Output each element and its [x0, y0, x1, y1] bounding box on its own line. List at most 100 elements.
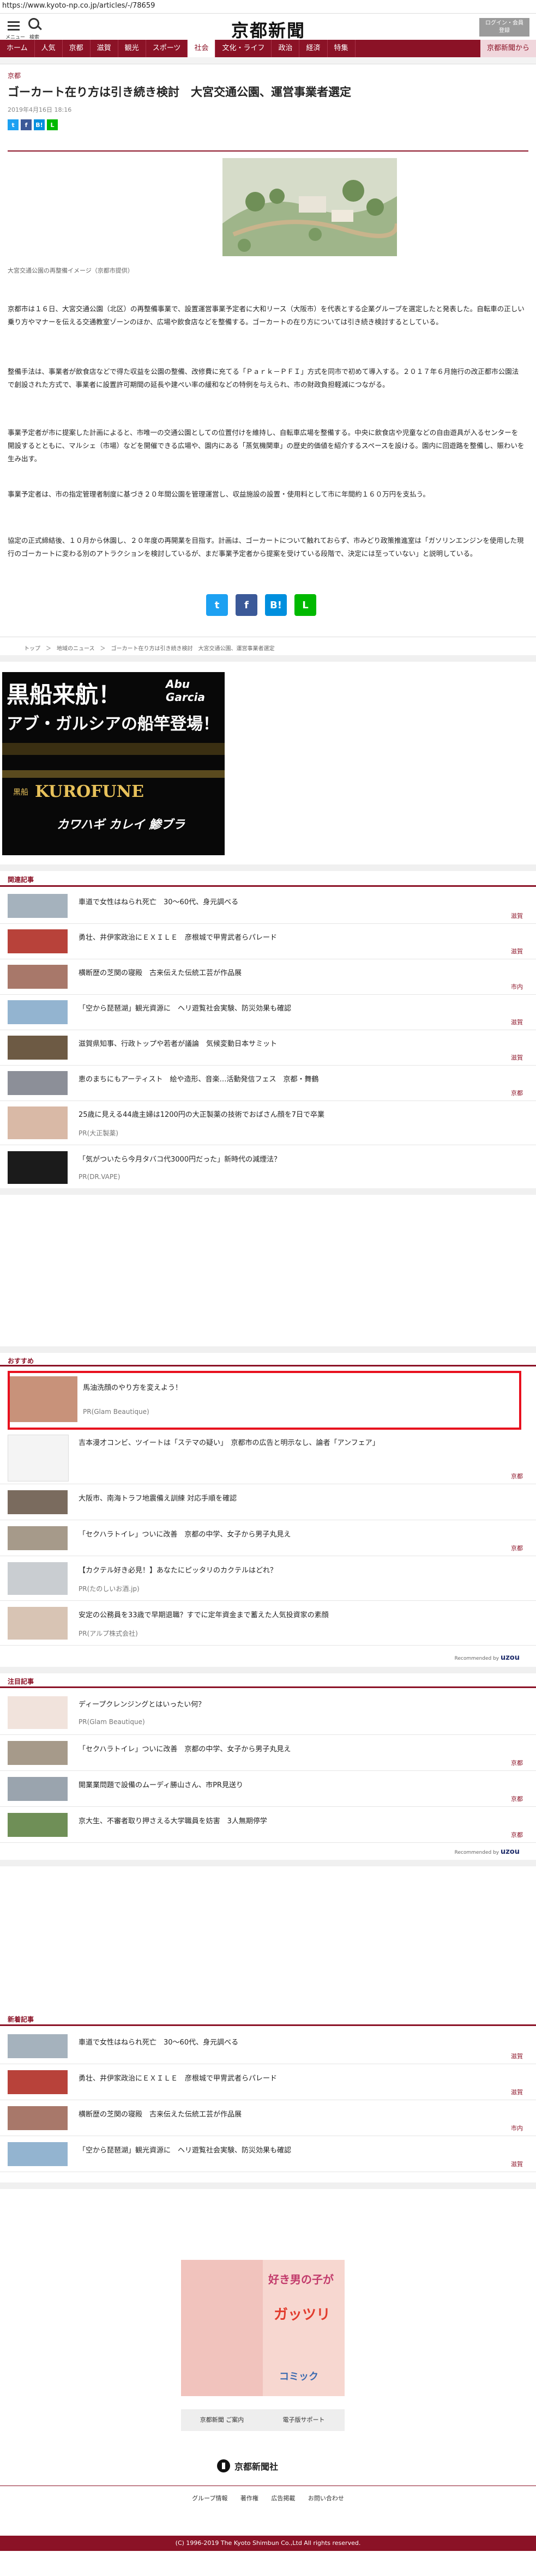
article-paragraph-4: 事業予定者は、市の指定管理者制度に基づき２０年間公園を管理運営し、収益施設の設置… — [8, 490, 430, 498]
footer-link-group[interactable]: グループ情報 — [192, 2495, 227, 2502]
hatena-share-icon[interactable]: B! — [265, 594, 287, 616]
item-region-tag: 京都 — [511, 1473, 523, 1480]
item-region-tag: 滋賀 — [511, 1054, 523, 1061]
line-share-icon[interactable]: L — [294, 594, 316, 616]
footer-link-advertising[interactable]: 広告掲載 — [271, 2495, 295, 2502]
comic-ad[interactable]: 好き男の子が ガッツリ コミック — [181, 2260, 345, 2396]
footer-link-copyright[interactable]: 著作権 — [240, 2495, 258, 2502]
login-button[interactable]: ログイン・会員 登録 — [479, 18, 529, 37]
nav-economy[interactable]: 経済 — [299, 40, 328, 57]
attention-item-ad[interactable]: ディープクレンジングとはいったい何？ PR(Glam Beautique) — [0, 1691, 536, 1735]
item-sponsor: PR(Glam Beautique) — [83, 1408, 149, 1416]
related-item[interactable]: 恵のまちにもアーティスト 絵や造形、音楽…活動発信フェス 京都・舞鶴 京都 — [0, 1066, 536, 1101]
item-title: 横断歴の芝関の寝殿 古来伝えた伝統工芸が作品展 — [79, 2111, 242, 2119]
related-item-ad[interactable]: 25歳に見える44歳主婦は1200円の大正製薬の技術でおばさん顔を7日で卒業 PR… — [0, 1101, 536, 1145]
spacer-strip — [0, 1188, 536, 1195]
article-section[interactable]: 京都 — [8, 71, 536, 80]
item-title: 「セクハラトイレ」ついに改善 京都の中学、女子から男子丸見え — [79, 1745, 291, 1753]
url-bar[interactable]: https://www.kyoto-np.co.jp/articles/-/78… — [0, 0, 536, 14]
recommend-featured-ad[interactable]: 馬油洗顔のやり方を変えよう！ PR(Glam Beautique) — [8, 1371, 521, 1430]
login-label-1: ログイン・会員 — [485, 20, 523, 26]
item-sponsor: PR(Glam Beautique) — [79, 1718, 145, 1726]
latest-item[interactable]: 横断歴の芝関の寝殿 古来伝えた伝統工芸が作品展 市内 — [0, 2101, 536, 2136]
nav-popular[interactable]: 人気 — [35, 40, 63, 57]
article-paragraph-2: 整備手法は、事業者が飲食店などで得た収益を公園の整備、改修費に充てる「Ｐａｒｋ－… — [8, 367, 519, 389]
line-share-icon[interactable]: L — [47, 119, 58, 130]
thumbnail-image — [8, 1562, 68, 1595]
related-item[interactable]: 横断歴の芝関の寝殿 古来伝えた伝統工芸が作品展 市内 — [0, 959, 536, 995]
related-item[interactable]: 勇壮、井伊家政治にＥＸＩＬＥ 彦根城で甲冑武者らパレード 滋賀 — [0, 924, 536, 959]
nav-politics[interactable]: 政治 — [272, 40, 300, 57]
latest-item[interactable]: 「空から琵琶湖」観光資源に ヘリ遊覧社会実験、防災効果も確認 滋賀 — [0, 2137, 536, 2172]
attention-item[interactable]: 「セクハラトイレ」ついに改善 京都の中学、女子から男子丸見え京都 — [0, 1736, 536, 1771]
recommend-item[interactable]: 吉本漫才コンビ、ツイートは「ステマの疑い」 京都市の広告と明示なし、論者「アンフ… — [0, 1429, 536, 1484]
thumbnail-image — [8, 1036, 68, 1060]
recommend-powered-by[interactable]: Recommended by uzou — [455, 1654, 520, 1662]
ad-rod-image — [2, 743, 225, 755]
item-region-tag: 滋賀 — [511, 2089, 523, 2096]
item-title: 「空から琵琶湖」観光資源に ヘリ遊覧社会実験、防災効果も確認 — [79, 2146, 292, 2155]
hamburger-menu-icon[interactable] — [8, 19, 20, 33]
nav-sports[interactable]: スポーツ — [146, 40, 188, 57]
attention-powered-by[interactable]: Recommended by uzou — [455, 1848, 520, 1856]
fishing-rod-ad[interactable]: 黒船来航！ Abu Garcia アブ・ガルシアの船竿登場！ 黒船 KUROFU… — [2, 672, 225, 855]
thumbnail-image — [8, 1435, 69, 1481]
recommend-item-ad[interactable]: 【カクテル好き必見！】あなたにピッタリのカクテルはどれ？ PR(たのしいお酒.jp… — [0, 1557, 536, 1601]
nav-shiga[interactable]: 滋賀 — [91, 40, 118, 57]
latest-item[interactable]: 車道で女性はねられ死亡 30～60代、身元調べる 滋賀 — [0, 2029, 536, 2064]
article-paragraph-5: 協定の正式締結後、１０月から休園し、２０年度の再開業を目指す。計画は、ゴーカート… — [8, 536, 524, 558]
nav-home[interactable]: ホーム — [0, 40, 35, 57]
thumbnail-image — [8, 1000, 68, 1024]
nav-culture[interactable]: 文化・ライフ — [215, 40, 272, 57]
breadcrumb[interactable]: トップ ＞ 地域のニュース ＞ ゴーカート在り方は引き続き検討 大宮交通公園、運… — [24, 644, 275, 652]
item-region-tag: 京都 — [511, 1759, 523, 1767]
thumbnail-image — [8, 1607, 68, 1640]
item-title: 勇壮、井伊家政治にＥＸＩＬＥ 彦根城で甲冑武者らパレード — [79, 2075, 278, 2083]
nav-features[interactable]: 特集 — [328, 40, 356, 57]
park-rendering-image — [222, 158, 397, 256]
facebook-share-icon[interactable]: f — [236, 594, 257, 616]
latest-item[interactable]: 勇壮、井伊家政治にＥＸＩＬＥ 彦根城で甲冑武者らパレード滋賀 — [0, 2065, 536, 2100]
nav-kyoto[interactable]: 京都 — [63, 40, 91, 57]
photo-caption: 大宮交通公園の再整備イメージ（京都市提供） — [8, 267, 134, 274]
search-icon[interactable] — [28, 18, 39, 29]
related-item[interactable]: 「空から琵琶湖」観光資源に ヘリ遊覧社会実験、防災効果も確認 滋賀 — [0, 995, 536, 1030]
item-region-tag: 市内 — [511, 983, 523, 990]
hatena-share-icon[interactable]: B! — [34, 119, 45, 130]
guide-button[interactable]: 京都新聞 ご案内 — [181, 2409, 263, 2431]
nav-from-kyoto-np[interactable]: 京都新聞から — [480, 40, 536, 57]
twitter-share-icon[interactable]: t — [8, 119, 19, 130]
share-buttons-bottom: t f B! L — [206, 594, 316, 616]
recommend-item-ad[interactable]: 安定の公務員を33歳で早期退職？すでに定年資金まで蓄えた人気投資家の素顔 PR(ア… — [0, 1601, 536, 1646]
item-region-tag: 京都 — [511, 1090, 523, 1097]
nav-tourism[interactable]: 観光 — [118, 40, 146, 57]
footer-logo[interactable]: 京都新聞社 — [217, 2457, 321, 2475]
attention-item[interactable]: 京大生、不審者取り押さえる大学職員を妨害 3人無期停学 京都 — [0, 1807, 536, 1843]
attention-item[interactable]: 開業業問題で設備のムーディ勝山さん、市PR見送り 京都 — [0, 1771, 536, 1807]
item-title: 滋賀県知事、行政トップや若者が議論 気候変動日本サミット — [79, 1040, 278, 1048]
nav-society[interactable]: 社会 — [188, 40, 216, 57]
article-photo[interactable] — [222, 158, 397, 256]
thumbnail-image — [8, 1526, 68, 1550]
related-item[interactable]: 車道で女性はねられ死亡 30～60代、身元調べる 滋賀 — [0, 888, 536, 924]
company-mark-icon — [217, 2459, 230, 2472]
copyright: (C) 1996-2019 The Kyoto Shimbun Co.,Ltd … — [0, 2536, 536, 2551]
share-buttons-top: t f B! L — [8, 119, 536, 130]
facebook-share-icon[interactable]: f — [21, 119, 32, 130]
twitter-share-icon[interactable]: t — [206, 594, 228, 616]
uzou-logo: uzou — [500, 1848, 520, 1856]
related-item[interactable]: 滋賀県知事、行政トップや若者が議論 気候変動日本サミット滋賀 — [0, 1030, 536, 1066]
recommend-item[interactable]: 大阪市、南海トラフ地震備え訓練 対応手順を確認 — [0, 1485, 536, 1520]
footer-links: グループ情報 著作権 広告掲載 お問い合わせ — [0, 2494, 536, 2502]
company-name: 京都新聞社 — [234, 2462, 279, 2472]
thumbnail-image — [8, 1490, 68, 1514]
powered-label: Recommended by — [454, 1850, 499, 1855]
recommend-item[interactable]: 「セクハラトイレ」ついに改善 京都の中学、女子から男子丸見え 京都 — [0, 1521, 536, 1556]
related-item-ad[interactable]: 「気がついたら今月タバコ代3000円だった」新時代の減煙法？ PR(DR.VAPE… — [0, 1146, 536, 1190]
item-sponsor: PR(大正製薬) — [79, 1129, 118, 1137]
support-button[interactable]: 電子版サポート — [263, 2409, 345, 2431]
spacer-strip — [0, 655, 536, 662]
related-section-title: 関連記事 — [8, 876, 34, 884]
footer-link-contact[interactable]: お問い合わせ — [308, 2495, 344, 2502]
site-logo[interactable]: 京都新聞 — [214, 17, 323, 42]
